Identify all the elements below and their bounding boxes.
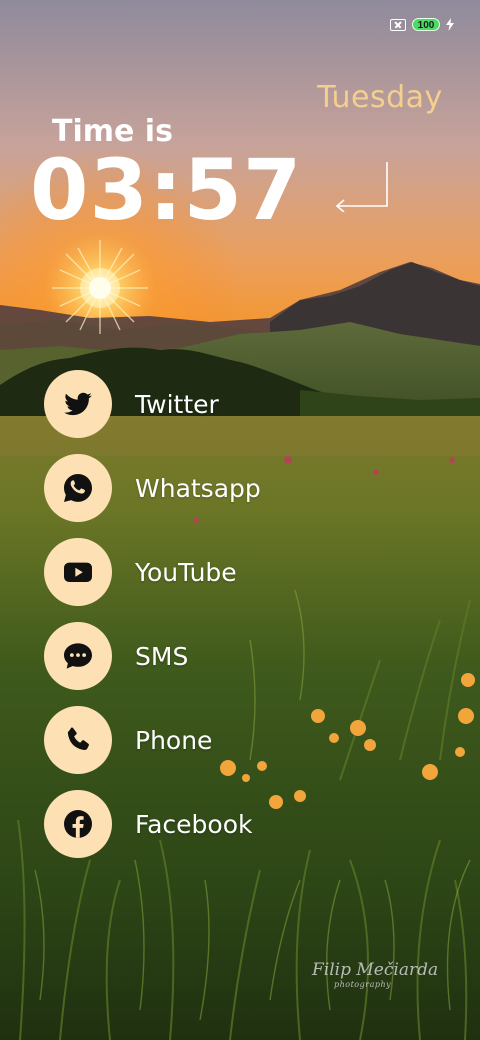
watermark-subtitle: photography [334,980,392,989]
whatsapp-icon [64,474,92,502]
app-item-sms[interactable]: SMS [44,622,188,690]
app-icon-circle[interactable] [44,454,112,522]
app-label-whatsapp[interactable]: Whatsapp [135,474,261,503]
day-label: Tuesday [317,80,443,115]
phone-icon [67,727,89,751]
youtube-icon [64,562,92,582]
app-icon-circle[interactable] [44,370,112,438]
app-label-facebook[interactable]: Facebook [135,810,252,839]
status-bar: 100 [390,18,454,31]
corner-arrow-icon [335,162,388,212]
app-label-phone[interactable]: Phone [135,726,212,755]
app-item-facebook[interactable]: Facebook [44,790,252,858]
no-sim-icon [390,18,406,31]
watermark-name: Filip Mečiarda [312,960,439,980]
photographer-watermark: Filip Mečiarda photography [312,962,438,989]
app-item-whatsapp[interactable]: Whatsapp [44,454,261,522]
sms-icon [64,643,92,669]
bolt-icon [446,18,454,31]
facebook-icon [64,810,92,838]
app-item-twitter[interactable]: Twitter [44,370,219,438]
battery-indicator: 100 [412,18,440,31]
clock-time[interactable]: 03:57 [30,148,302,232]
app-item-phone[interactable]: Phone [44,706,212,774]
app-label-youtube[interactable]: YouTube [135,558,237,587]
app-icon-circle[interactable] [44,538,112,606]
app-icon-circle[interactable] [44,622,112,690]
app-label-sms[interactable]: SMS [135,642,188,671]
app-icon-circle[interactable] [44,706,112,774]
twitter-icon [64,392,92,416]
app-label-twitter[interactable]: Twitter [135,390,219,419]
app-item-youtube[interactable]: YouTube [44,538,237,606]
app-icon-circle[interactable] [44,790,112,858]
